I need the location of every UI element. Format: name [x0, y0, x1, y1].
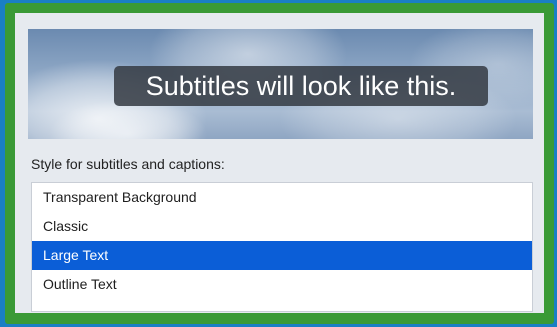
style-list-label: Style for subtitles and captions: [31, 156, 225, 172]
highlight-frame: Subtitles will look like this. Style for… [5, 3, 554, 324]
style-option-classic[interactable]: Classic [32, 212, 532, 241]
subtitle-settings-panel: Subtitles will look like this. Style for… [15, 13, 544, 313]
style-option-transparent-background[interactable]: Transparent Background [32, 183, 532, 212]
style-option-large-text[interactable]: Large Text [32, 241, 532, 270]
subtitle-style-list[interactable]: Transparent Background Classic Large Tex… [31, 182, 533, 312]
subtitle-sample-text: Subtitles will look like this. [114, 66, 488, 106]
subtitle-preview: Subtitles will look like this. [28, 29, 533, 139]
style-option-outline-text[interactable]: Outline Text [32, 270, 532, 299]
